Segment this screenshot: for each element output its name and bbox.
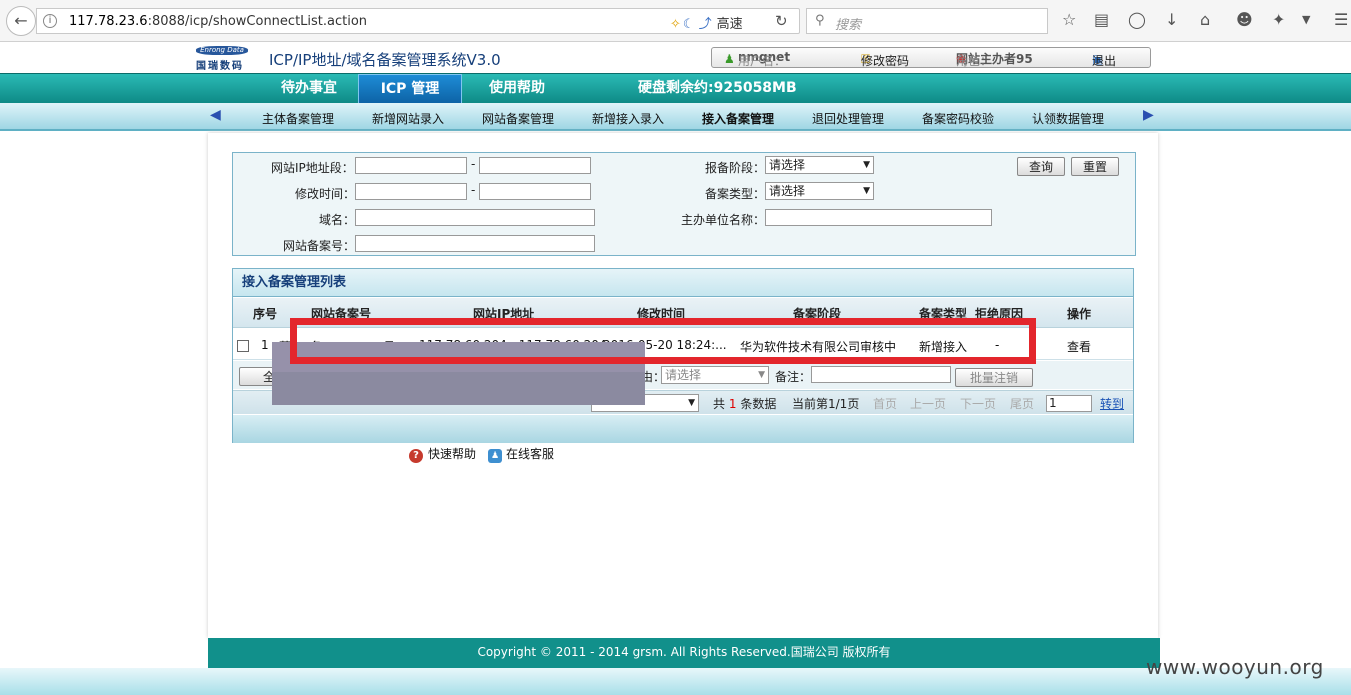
- time-dash: -: [471, 183, 476, 197]
- cancel-reason-select[interactable]: 请选择 ▼: [661, 366, 769, 384]
- username-text: 用户名： nmgnet: [738, 50, 791, 68]
- last-page-link[interactable]: 尾页: [1010, 395, 1034, 412]
- subnav-returned[interactable]: 退回处理管理: [812, 110, 884, 127]
- pocket-icon[interactable]: ◯: [1128, 10, 1146, 29]
- scroll-right-icon[interactable]: ▶: [1143, 107, 1154, 123]
- speed-extension[interactable]: ✧ ☾ ⤴ 高速: [670, 13, 743, 32]
- user-bar: ♟ 用户名： nmgnet ⚿ 修改密码 ❀ 角色： 网站主办者95 ▣ 退出: [711, 47, 1151, 68]
- role-text: ❀ 角色： 网站主办者95: [956, 52, 1033, 68]
- ip-dash: -: [471, 157, 476, 171]
- batch-cancel-button[interactable]: 批量注销: [955, 368, 1033, 387]
- ip-range-label: 网站IP地址段：: [271, 161, 354, 175]
- list-footer: [233, 415, 1133, 443]
- moon-icon: ☾: [682, 17, 695, 32]
- support-agent-icon: ♟: [488, 449, 502, 463]
- remark-label: 备注：: [775, 370, 812, 384]
- query-button[interactable]: 查询: [1017, 157, 1065, 176]
- ip-end-input[interactable]: [479, 157, 591, 174]
- download-icon[interactable]: ↓: [1165, 10, 1178, 29]
- domain-label: 域名：: [319, 213, 356, 227]
- next-page-link[interactable]: 下一页: [960, 395, 996, 412]
- goto-link[interactable]: 转到: [1100, 395, 1124, 412]
- home-icon[interactable]: ⌂: [1200, 10, 1210, 29]
- question-icon: ?: [409, 449, 423, 463]
- search-icon: ⚲: [815, 13, 825, 28]
- quick-help-link[interactable]: ? 快速帮助: [409, 445, 476, 463]
- row-checkbox[interactable]: [237, 340, 249, 352]
- col-action: 操作: [1067, 307, 1092, 321]
- subnav-entity-record[interactable]: 主体备案管理: [262, 110, 334, 127]
- list-title: 接入备案管理列表: [233, 269, 1133, 297]
- subnav-new-access[interactable]: 新增接入录入: [592, 110, 664, 127]
- url-text: 117.78.23.6:8088/icp/showConnectList.act…: [69, 14, 368, 29]
- subnav-claim-data[interactable]: 认领数据管理: [1032, 110, 1104, 127]
- remark-input[interactable]: [811, 366, 951, 383]
- menu-icon[interactable]: ☰: [1334, 10, 1348, 29]
- chat-icon[interactable]: ☻: [1236, 10, 1253, 29]
- sub-nav: ◀ 主体备案管理 新增网站录入 网站备案管理 新增接入录入 接入备案管理 退回处…: [0, 103, 1351, 131]
- search-form: 网站IP地址段： - 修改时间： - 域名： 网站备案号： 报备阶段： 请选择 ▼…: [232, 152, 1136, 256]
- app-header: Enrong Data 国瑞数码 ICP/IP地址/域名备案管理系统V3.0 ♟…: [0, 42, 1351, 73]
- back-button[interactable]: ←: [6, 6, 36, 36]
- modify-time-label: 修改时间：: [295, 187, 356, 201]
- lightning-icon: ⤴: [698, 17, 712, 32]
- tab-icp-management[interactable]: ICP 管理: [358, 74, 462, 103]
- chevron-down-icon[interactable]: ▼: [1302, 13, 1310, 26]
- main-nav: 待办事宜 ICP 管理 使用帮助 硬盘剩余约:925058MB: [0, 73, 1351, 103]
- subnav-access-record[interactable]: 接入备案管理: [702, 110, 774, 127]
- chevron-down-icon: ▼: [863, 186, 870, 196]
- logo: Enrong Data 国瑞数码: [196, 46, 252, 72]
- ip-start-input[interactable]: [355, 157, 467, 174]
- search-bar[interactable]: ⚲ 搜索: [806, 8, 1048, 34]
- subnav-site-record[interactable]: 网站备案管理: [482, 110, 554, 127]
- cell-index: 1: [261, 338, 269, 352]
- site-info-icon[interactable]: i: [43, 14, 57, 28]
- subnav-password-check[interactable]: 备案密码校验: [922, 110, 994, 127]
- watermark: www.wooyun.org: [1146, 655, 1324, 679]
- footer: Copyright © 2011 - 2014 grsm. All Rights…: [208, 638, 1160, 668]
- scroll-left-icon[interactable]: ◀: [210, 107, 221, 123]
- col-index: 序号: [253, 307, 278, 321]
- domain-input[interactable]: [355, 209, 595, 226]
- reading-list-icon[interactable]: ▤: [1094, 10, 1109, 29]
- redaction-block-dark: [272, 372, 645, 405]
- stage-select[interactable]: 请选择 ▼: [765, 156, 874, 174]
- current-page-text: 当前第1/1页: [792, 397, 860, 411]
- tab-help[interactable]: 使用帮助: [472, 74, 562, 103]
- browser-toolbar: ← i 117.78.23.6:8088/icp/showConnectList…: [0, 0, 1351, 42]
- page-number-input[interactable]: 1: [1046, 395, 1092, 412]
- bookmark-star-icon[interactable]: ☆: [1062, 10, 1076, 29]
- address-bar[interactable]: i 117.78.23.6:8088/icp/showConnectList.a…: [36, 8, 800, 34]
- type-label: 备案类型：: [705, 187, 766, 201]
- extension-icon[interactable]: ✦: [1272, 10, 1285, 29]
- tab-todo[interactable]: 待办事宜: [262, 74, 356, 103]
- subnav-new-site[interactable]: 新增网站录入: [372, 110, 444, 127]
- prev-page-link[interactable]: 上一页: [910, 395, 946, 412]
- highlight-box: [290, 318, 1036, 364]
- total-count-text: 共 1 条数据: [713, 397, 777, 411]
- modify-time-start-input[interactable]: [355, 183, 467, 200]
- rocket-icon: ✧: [670, 17, 681, 32]
- sponsor-label: 主办单位名称：: [681, 213, 766, 227]
- search-placeholder: 搜索: [835, 18, 862, 33]
- stage-label: 报备阶段：: [705, 161, 766, 175]
- sponsor-input[interactable]: [765, 209, 992, 226]
- system-title: ICP/IP地址/域名备案管理系统V3.0: [269, 51, 501, 69]
- reload-icon[interactable]: ↻: [775, 12, 788, 30]
- chevron-down-icon: ▼: [758, 370, 765, 380]
- view-link[interactable]: 查看: [1067, 338, 1091, 355]
- site-record-label: 网站备案号：: [283, 239, 356, 253]
- site-record-input[interactable]: [355, 235, 595, 252]
- disk-info: 硬盘剩余约:925058MB: [638, 80, 797, 96]
- modify-time-end-input[interactable]: [479, 183, 591, 200]
- online-service-link[interactable]: ♟ 在线客服: [488, 445, 554, 463]
- chevron-down-icon: ▼: [688, 398, 695, 408]
- first-page-link[interactable]: 首页: [873, 395, 897, 412]
- chevron-down-icon: ▼: [863, 160, 870, 170]
- reset-button[interactable]: 重置: [1071, 157, 1119, 176]
- type-select[interactable]: 请选择 ▼: [765, 182, 874, 200]
